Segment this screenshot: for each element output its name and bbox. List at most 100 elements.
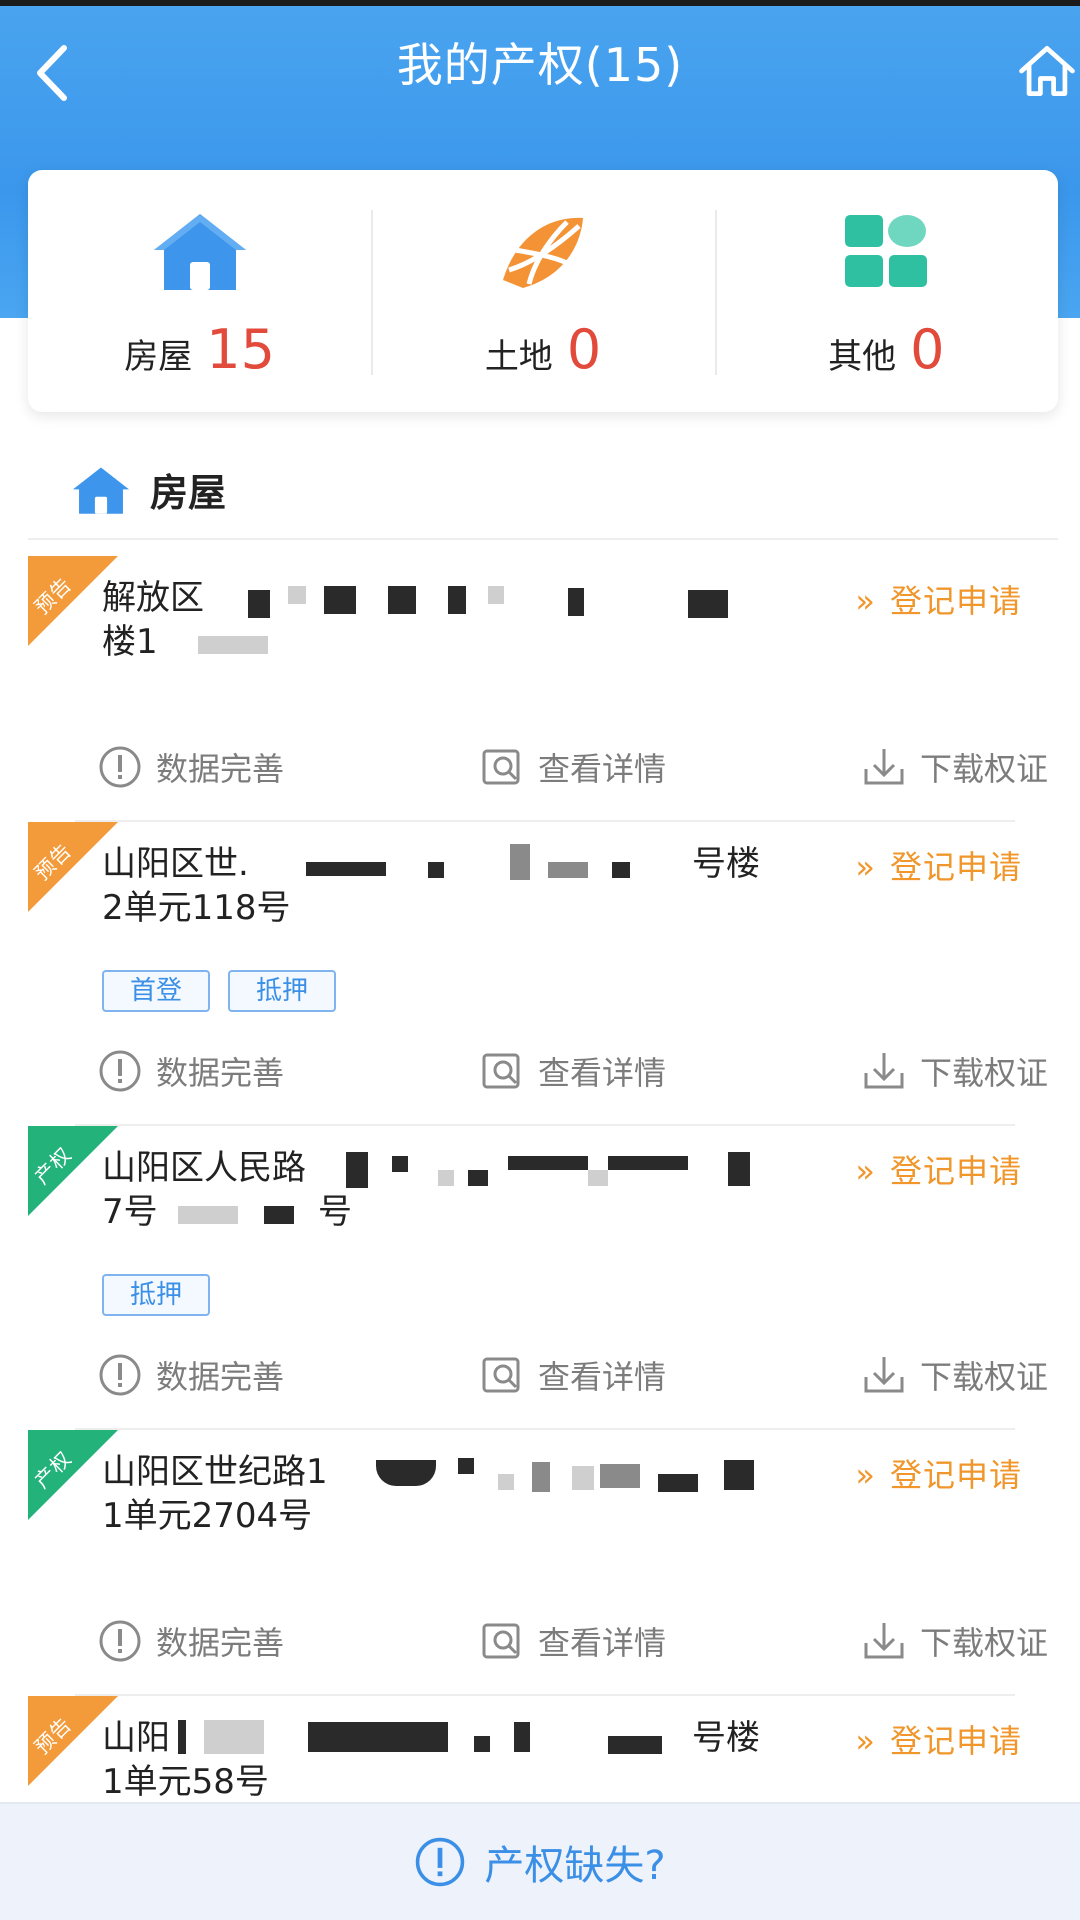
download-icon — [864, 1357, 904, 1393]
redacted-mosaic — [568, 588, 584, 616]
missing-property-bar[interactable]: 产权缺失? — [0, 1802, 1080, 1920]
action-label: 下载权证 — [919, 1054, 1048, 1092]
download-cert-button[interactable]: 下载权证 — [862, 744, 1048, 790]
section-header: 房屋 — [70, 462, 226, 517]
search-doc-icon — [482, 749, 520, 785]
app-root: 我的产权(15) 房屋 15 土地 0 其他 0 房屋 预告 解放区 楼1 » … — [0, 0, 1080, 1920]
home-button[interactable] — [1014, 36, 1080, 106]
item-actions: 数据完善 查看详情 下载权证 — [98, 1616, 1048, 1666]
double-chevron-icon: » — [855, 1456, 876, 1494]
info-circle-icon — [99, 1620, 141, 1662]
apply-link[interactable]: » 登记申请 — [855, 1450, 1022, 1496]
redacted-mosaic — [264, 1206, 294, 1224]
stat-other[interactable]: 其他 0 — [714, 170, 1058, 412]
apply-link[interactable]: » 登记申请 — [855, 842, 1022, 888]
info-circle-icon — [99, 1354, 141, 1396]
stat-land[interactable]: 土地 0 — [371, 170, 714, 412]
item-actions: 数据完善 查看详情 下载权证 — [98, 742, 1048, 792]
download-cert-button[interactable]: 下载权证 — [862, 1352, 1048, 1398]
redacted-mosaic — [612, 862, 630, 878]
address-line-2: 1单元58号 — [102, 1762, 269, 1802]
house-icon — [72, 466, 130, 514]
property-item[interactable]: 预告 山阳 1单元58号 号楼 » 登记申请 — [28, 1696, 1058, 1802]
data-complete-button[interactable]: 数据完善 — [98, 1352, 284, 1398]
redacted-mosaic — [514, 1722, 530, 1752]
address-line-1-end: 号楼 — [692, 1718, 760, 1758]
redacted-mosaic — [488, 586, 504, 604]
tag-list: 抵押 — [102, 1274, 211, 1316]
data-complete-button[interactable]: 数据完善 — [98, 744, 284, 790]
divider — [28, 538, 1058, 540]
redacted-mosaic — [658, 1474, 698, 1492]
info-circle-icon — [99, 746, 141, 788]
redacted-mosaic — [178, 1206, 238, 1224]
action-label: 查看详情 — [537, 1624, 666, 1662]
address-line-2-end: 号 — [318, 1192, 352, 1232]
redacted-mosaic — [600, 1464, 640, 1488]
stat-house[interactable]: 房屋 15 — [28, 170, 371, 412]
download-cert-button[interactable]: 下载权证 — [862, 1618, 1048, 1664]
tag-list: 首登 抵押 — [102, 970, 337, 1012]
view-detail-button[interactable]: 查看详情 — [480, 1618, 666, 1664]
grid-icon — [843, 210, 929, 292]
property-item[interactable]: 预告 解放区 楼1 » 登记申请 数据完善 查看详情 下载权证 — [28, 556, 1058, 818]
property-item[interactable]: 产权 山阳区人民路 7号 号 » 登记申请 抵押 数据完善 查看详情 下载权证 — [28, 1126, 1058, 1426]
view-detail-button[interactable]: 查看详情 — [480, 1352, 666, 1398]
action-label: 下载权证 — [919, 1358, 1048, 1396]
view-detail-button[interactable]: 查看详情 — [480, 1048, 666, 1094]
stat-count: 0 — [910, 318, 945, 381]
download-icon — [864, 1053, 904, 1089]
redacted-mosaic — [498, 1474, 514, 1490]
action-label: 查看详情 — [537, 750, 666, 788]
redacted-mosaic — [288, 586, 306, 604]
search-doc-icon — [482, 1357, 520, 1393]
status-bar — [0, 0, 1080, 6]
property-address: 山阳区世. 2单元118号 — [102, 842, 662, 930]
redacted-mosaic — [178, 1720, 186, 1754]
view-detail-button[interactable]: 查看详情 — [480, 744, 666, 790]
download-cert-button[interactable]: 下载权证 — [862, 1048, 1048, 1094]
redacted-mosaic — [346, 1152, 368, 1188]
redacted-mosaic — [306, 862, 386, 876]
double-chevron-icon: » — [855, 1722, 876, 1760]
action-label: 数据完善 — [156, 1358, 285, 1396]
action-label: 查看详情 — [537, 1054, 666, 1092]
redacted-mosaic — [324, 586, 356, 614]
action-label: 下载权证 — [919, 1624, 1048, 1662]
stat-count: 15 — [206, 318, 276, 381]
redacted-mosaic — [724, 1460, 754, 1490]
section-title: 房屋 — [150, 471, 227, 515]
search-doc-icon — [482, 1623, 520, 1659]
redacted-mosaic — [508, 1156, 588, 1170]
redacted-mosaic — [728, 1152, 750, 1186]
redacted-mosaic — [572, 1466, 594, 1490]
data-complete-button[interactable]: 数据完善 — [98, 1048, 284, 1094]
apply-link[interactable]: » 登记申请 — [855, 1716, 1022, 1762]
address-line-2: 楼1 — [102, 622, 158, 662]
apply-label: 登记申请 — [889, 1722, 1022, 1760]
download-icon — [864, 1623, 904, 1659]
property-item[interactable]: 产权 山阳区世纪路1 1单元2704号 » 登记申请 数据完善 查看详情 下载权… — [28, 1430, 1058, 1692]
stat-label: 房屋 — [124, 337, 193, 377]
redacted-mosaic — [458, 1458, 474, 1474]
download-icon — [864, 749, 904, 785]
apply-label: 登记申请 — [889, 1456, 1022, 1494]
apply-link[interactable]: » 登记申请 — [855, 576, 1022, 622]
data-complete-button[interactable]: 数据完善 — [98, 1618, 284, 1664]
redacted-mosaic — [392, 1156, 408, 1172]
redacted-mosaic — [532, 1462, 550, 1492]
summary-card: 房屋 15 土地 0 其他 0 — [28, 170, 1058, 412]
property-item[interactable]: 预告 山阳区世. 2单元118号 号楼 » 登记申请 首登 抵押 数据完善 查看详… — [28, 822, 1058, 1122]
action-label: 数据完善 — [156, 1054, 285, 1092]
item-actions: 数据完善 查看详情 下载权证 — [98, 1046, 1048, 1096]
action-label: 查看详情 — [537, 1358, 666, 1396]
apply-label: 登记申请 — [889, 582, 1022, 620]
stat-label: 土地 — [484, 337, 553, 377]
redacted-mosaic — [688, 590, 728, 618]
double-chevron-icon: » — [855, 582, 876, 620]
stat-label: 其他 — [828, 337, 897, 377]
redacted-mosaic — [308, 1722, 448, 1752]
redacted-mosaic — [608, 1156, 688, 1170]
apply-link[interactable]: » 登记申请 — [855, 1146, 1022, 1192]
double-chevron-icon: » — [855, 848, 876, 886]
